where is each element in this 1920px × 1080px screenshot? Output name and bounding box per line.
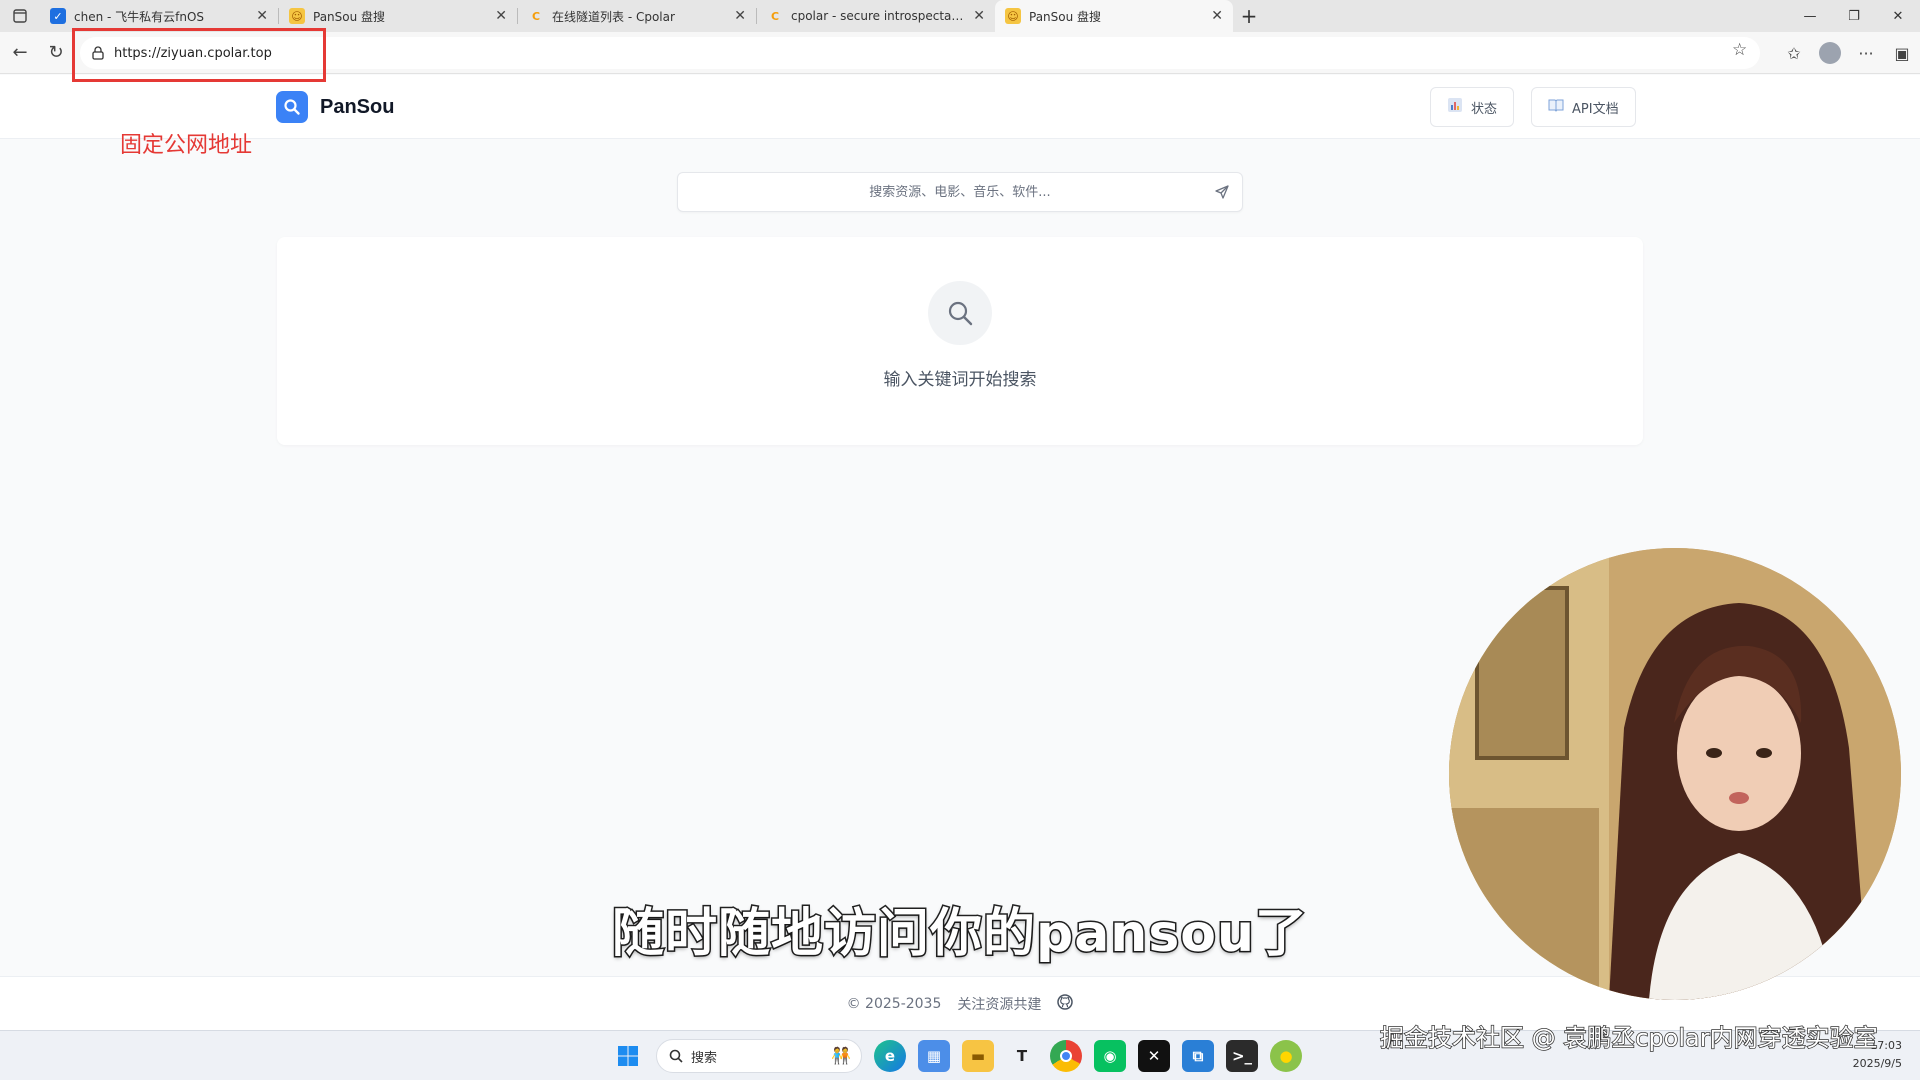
watermark-text: 掘金技术社区 @ 袁鹏丞cpolar内网穿透实验室 [1379,1023,1878,1053]
tab-title: PanSou 盘搜 [1029,9,1102,24]
search-logo-icon [276,91,308,123]
browser-tab[interactable]: C cpolar - secure introspectable tur ✕ [757,0,995,32]
remote-desktop-icon[interactable]: ⧉ [1182,1040,1214,1072]
results-panel: 输入关键词开始搜索 [277,237,1643,445]
footer-link[interactable]: 关注资源共建 [957,994,1041,1014]
search-highlight-icon: 🧑‍🤝‍🧑 [831,1046,851,1065]
copyright-text: © 2025-2035 [846,995,942,1012]
close-tab-icon[interactable]: ✕ [1211,8,1223,24]
empty-state-search-icon [928,281,992,345]
pansou-favicon-icon: ☺ [1005,8,1021,24]
browser-tab-active[interactable]: ☺ PanSou 盘搜 ✕ [995,0,1233,32]
search-icon [669,1049,683,1063]
close-tab-icon[interactable]: ✕ [973,8,985,24]
windows-start-icon[interactable] [612,1040,644,1072]
refresh-button[interactable]: ↻ [38,35,74,71]
close-tab-icon[interactable]: ✕ [734,8,746,24]
site-header: PanSou 状态 API文档 [0,75,1920,139]
webcam-overlay [1449,548,1901,1000]
edge-icon[interactable]: e [874,1040,906,1072]
chrome-icon[interactable] [1050,1040,1082,1072]
restore-icon[interactable]: ❐ [1832,0,1876,32]
close-tab-icon[interactable]: ✕ [495,8,507,24]
tab-actions-icon[interactable] [0,0,40,32]
chart-icon [1447,97,1463,117]
logo-text: PanSou [320,95,395,118]
empty-state-text: 输入关键词开始搜索 [883,370,1037,390]
profile-avatar[interactable] [1812,35,1848,71]
address-bar[interactable]: https://ziyuan.cpolar.top [80,37,1760,69]
status-button-label: 状态 [1471,101,1498,117]
wechat-icon[interactable]: ◉ [1094,1040,1126,1072]
app-icon[interactable]: ● [1270,1040,1302,1072]
presenter-video-image [1449,548,1901,1000]
search-box[interactable] [677,172,1243,212]
fnos-favicon-icon: ✓ [50,8,66,24]
window-controls: — ❐ ✕ [1788,0,1920,32]
status-button[interactable]: 状态 [1430,87,1515,127]
new-tab-button[interactable]: + [1233,0,1265,32]
book-icon [1548,98,1564,116]
tab-title: cpolar - secure introspectable tur [791,9,966,23]
close-tab-icon[interactable]: ✕ [256,8,268,24]
annotation-label: 固定公网地址 [120,133,253,158]
sidebar-toggle-icon[interactable]: ▣ [1884,35,1920,71]
favorites-icon[interactable]: ✩ [1776,35,1812,71]
typora-icon[interactable]: T [1006,1040,1038,1072]
taskbar-search[interactable]: 搜索 🧑‍🤝‍🧑 [656,1039,862,1073]
back-button[interactable]: ← [2,35,38,71]
api-docs-button[interactable]: API文档 [1531,87,1636,127]
url-highlight-box [72,28,326,82]
github-icon[interactable] [1057,993,1074,1014]
close-window-icon[interactable]: ✕ [1876,0,1920,32]
file-explorer-icon[interactable]: ▬ [962,1040,994,1072]
pansou-favicon-icon: ☺ [289,8,305,24]
photos-icon[interactable]: ▦ [918,1040,950,1072]
clock-date: 2025/9/5 [1852,1057,1902,1070]
tab-title: PanSou 盘搜 [313,9,386,24]
cpolar-favicon-icon: C [770,9,780,23]
tab-title: chen - 飞牛私有云fnOS [74,9,205,24]
terminal-icon[interactable]: >_ [1226,1040,1258,1072]
capcut-icon[interactable]: ✕ [1138,1040,1170,1072]
site-logo[interactable]: PanSou [276,91,394,123]
minimize-icon[interactable]: — [1788,0,1832,32]
taskbar-search-label: 搜索 [691,1050,718,1066]
tab-title: 在线隧道列表 - Cpolar [552,9,675,24]
cpolar-favicon-icon: C [531,9,541,23]
favorite-star-icon[interactable]: ☆ [1732,40,1747,60]
send-icon[interactable] [1214,184,1230,204]
search-input[interactable] [678,173,1242,211]
browser-tab[interactable]: C 在线隧道列表 - Cpolar ✕ [518,0,756,32]
more-menu-icon[interactable]: ··· [1848,35,1884,71]
api-docs-button-label: API文档 [1572,101,1619,117]
